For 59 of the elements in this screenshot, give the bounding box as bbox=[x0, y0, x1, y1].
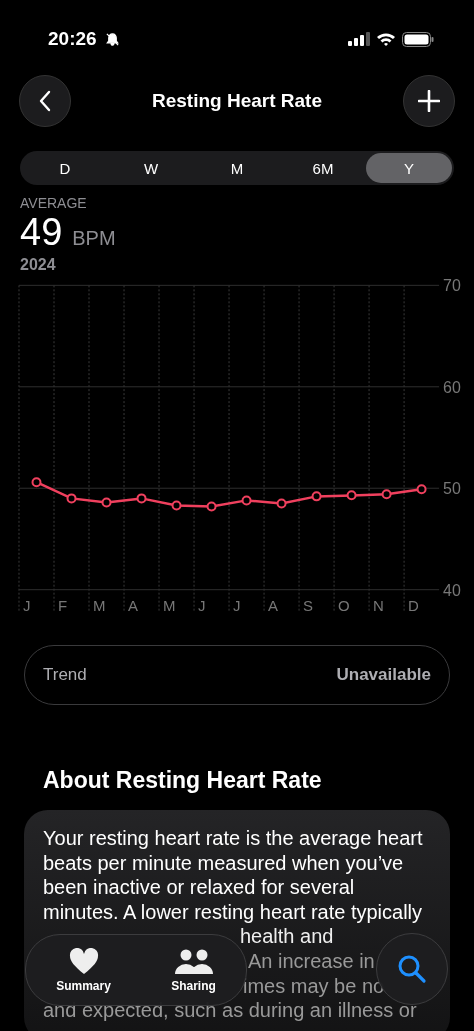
clock-time: 20:26 bbox=[48, 28, 97, 50]
data-point bbox=[206, 501, 217, 512]
data-point bbox=[276, 498, 287, 509]
month-label: N bbox=[373, 596, 384, 614]
y-tick-label: 40 bbox=[443, 581, 461, 599]
unit-label: BPM bbox=[72, 227, 116, 250]
data-point bbox=[136, 493, 147, 504]
y-tick-label: 50 bbox=[443, 480, 461, 498]
data-point bbox=[171, 500, 182, 511]
people-icon bbox=[174, 947, 213, 975]
description-text: Your resting heart rate is the average heart beats per minute measured when you’ve been inactive or relaxed for several minutes. A lower resting heart rate typically bbox=[43, 826, 424, 925]
period-label: 2024 bbox=[20, 256, 57, 274]
month-label: F bbox=[58, 596, 68, 614]
data-point bbox=[346, 490, 357, 501]
range-tab[interactable]: W bbox=[108, 153, 194, 183]
y-tick-label: 70 bbox=[443, 277, 461, 295]
data-point bbox=[416, 484, 427, 495]
month-label: J bbox=[23, 596, 31, 614]
tab-item[interactable]: Summary bbox=[48, 943, 119, 997]
page-title: Resting Heart Rate bbox=[152, 90, 322, 112]
data-point bbox=[241, 495, 252, 506]
average-value: 49 bbox=[20, 211, 63, 254]
section-heading: About Resting Heart Rate bbox=[43, 767, 323, 794]
month-label: A bbox=[268, 596, 279, 614]
month-label: S bbox=[303, 596, 314, 614]
cellular-signal-icon bbox=[348, 32, 370, 46]
data-point bbox=[311, 491, 322, 502]
month-label: D bbox=[408, 596, 419, 614]
silent-bell-icon bbox=[104, 31, 120, 47]
trend-value: Unavailable bbox=[336, 665, 431, 685]
search-icon bbox=[397, 954, 427, 984]
month-label: M bbox=[163, 596, 176, 614]
month-label: A bbox=[128, 596, 138, 614]
month-label: J bbox=[233, 596, 241, 614]
heart-icon bbox=[68, 947, 99, 975]
range-tab[interactable]: Y bbox=[366, 153, 452, 183]
month-label: M bbox=[93, 596, 106, 614]
month-label: J bbox=[198, 596, 206, 614]
description-text: and expected, such as during an illness or bbox=[43, 999, 417, 1022]
data-point bbox=[381, 489, 392, 500]
back-button[interactable] bbox=[19, 75, 71, 127]
range-tab[interactable]: D bbox=[22, 153, 108, 183]
battery-icon bbox=[402, 31, 434, 47]
data-point bbox=[101, 497, 112, 508]
month-label: O bbox=[338, 596, 350, 614]
plus-icon bbox=[418, 90, 440, 112]
data-point bbox=[31, 477, 42, 488]
tab-item[interactable]: Sharing bbox=[163, 943, 224, 997]
wifi-icon bbox=[376, 32, 396, 46]
average-caption: AVERAGE bbox=[20, 195, 88, 211]
description-text: An increase in bbox=[248, 949, 375, 972]
add-button[interactable] bbox=[403, 75, 455, 127]
range-tab[interactable]: M bbox=[194, 153, 280, 183]
trend-label: Trend bbox=[43, 665, 87, 685]
description-text: health and bbox=[240, 925, 334, 948]
range-tab[interactable]: 6M bbox=[280, 153, 366, 183]
back-chevron-icon bbox=[38, 90, 52, 112]
y-tick-label: 60 bbox=[443, 378, 461, 396]
data-point bbox=[66, 493, 77, 504]
